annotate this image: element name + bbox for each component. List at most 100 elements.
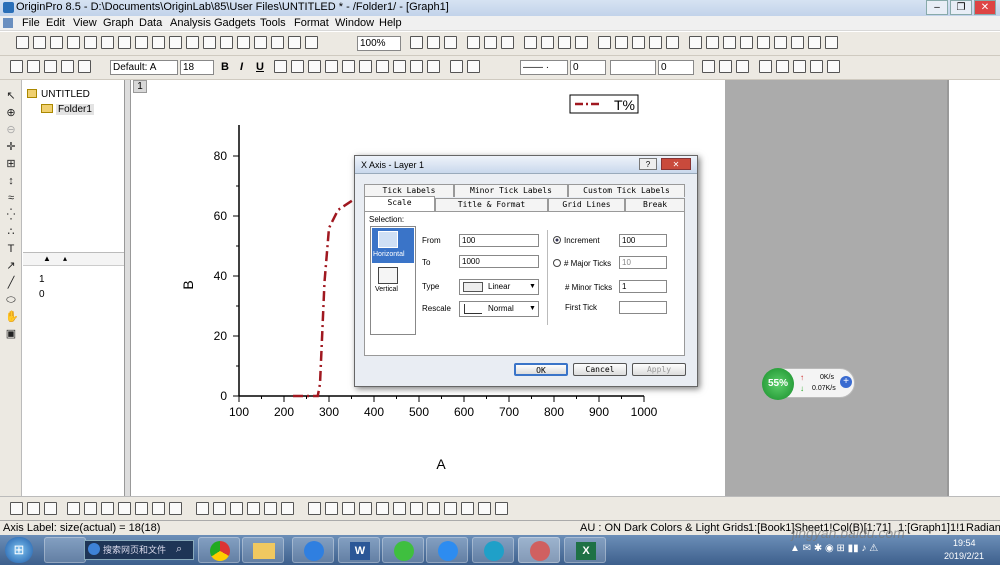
align-left-obj-icon[interactable] <box>308 502 321 515</box>
close-button[interactable]: ✕ <box>974 0 996 15</box>
pen-icon[interactable] <box>10 60 23 73</box>
panel-icon[interactable] <box>825 36 838 49</box>
bold-button[interactable]: B <box>221 60 229 75</box>
save-icon[interactable] <box>203 36 216 49</box>
color-icon[interactable] <box>44 60 57 73</box>
taskbar-word[interactable]: W <box>338 537 380 563</box>
align-center-icon[interactable] <box>393 60 406 73</box>
dialog-close-button[interactable]: ✕ <box>661 158 691 170</box>
text-tool-icon[interactable]: T <box>5 243 17 255</box>
box-chart-icon[interactable] <box>152 502 165 515</box>
tab-title-format[interactable]: Title & Format <box>435 198 548 211</box>
wire-icon[interactable] <box>264 502 277 515</box>
selection-vertical[interactable]: Vertical <box>372 264 414 297</box>
major-ticks-input[interactable]: 10 <box>619 256 667 269</box>
batch-icon[interactable] <box>305 36 318 49</box>
tab-minor-tick-labels[interactable]: Minor Tick Labels <box>454 184 568 197</box>
regional-mask-icon[interactable]: ∴ <box>5 226 17 238</box>
align-vert-icon[interactable] <box>376 502 389 515</box>
tab-custom-tick-labels[interactable]: Custom Tick Labels <box>568 184 685 197</box>
table-frame-icon[interactable] <box>736 60 749 73</box>
increase-font-icon[interactable] <box>342 60 355 73</box>
pattern-icon[interactable] <box>702 60 715 73</box>
taskbar-baidu-pan[interactable] <box>426 537 468 563</box>
line-style-select[interactable]: —— · <box>520 60 568 75</box>
extra-icon[interactable] <box>827 60 840 73</box>
apply-button[interactable]: Apply <box>632 363 686 376</box>
import-multiple-icon[interactable] <box>254 36 267 49</box>
menu-edit[interactable]: Edit <box>46 17 65 29</box>
new-project-icon[interactable] <box>16 36 29 49</box>
import-wizard-icon[interactable] <box>271 36 284 49</box>
taskbar-sogou[interactable] <box>292 537 334 563</box>
first-tick-input[interactable] <box>619 301 667 314</box>
fill-select[interactable]: 0 <box>658 60 694 75</box>
list-item[interactable]: 0 <box>39 289 45 300</box>
selection-horizontal[interactable]: Horizontal <box>372 228 414 263</box>
area-plot-icon[interactable] <box>118 502 131 515</box>
fill-color-icon[interactable] <box>450 60 463 73</box>
polar-icon[interactable] <box>135 502 148 515</box>
print-icon[interactable] <box>410 36 423 49</box>
data-reader-icon[interactable]: ⊞ <box>5 158 17 170</box>
menu-tools[interactable]: Tools <box>260 17 286 29</box>
from-input[interactable]: 100 <box>459 234 539 247</box>
region-icon[interactable]: ▣ <box>5 328 17 340</box>
align-horiz-icon[interactable] <box>393 502 406 515</box>
taskbar-excel[interactable]: X <box>564 537 606 563</box>
decrease-font-icon[interactable] <box>359 60 372 73</box>
minimize-button[interactable]: – <box>926 0 948 15</box>
copy-page-icon[interactable] <box>427 36 440 49</box>
column-plot-icon[interactable] <box>67 502 80 515</box>
to-input[interactable]: 1000 <box>459 255 539 268</box>
merge-icon[interactable] <box>759 60 772 73</box>
add-app-icon[interactable] <box>575 36 588 49</box>
folder-item[interactable]: Folder1 <box>56 104 94 115</box>
hand-icon[interactable]: ✋ <box>5 311 19 323</box>
start-button[interactable]: ⊞ <box>5 537 33 563</box>
data-reader-icon[interactable] <box>649 36 662 49</box>
align-top-obj-icon[interactable] <box>342 502 355 515</box>
border-icon[interactable] <box>719 60 732 73</box>
line-plot-icon[interactable] <box>10 502 23 515</box>
taskbar-app-green[interactable] <box>382 537 424 563</box>
menu-graph[interactable]: Graph <box>103 17 134 29</box>
search-icon[interactable]: ⌕ <box>176 543 182 556</box>
import-icon[interactable] <box>237 36 250 49</box>
pie-chart-icon[interactable] <box>84 502 97 515</box>
new-workbook-icon[interactable] <box>33 36 46 49</box>
axis-icon[interactable] <box>689 36 702 49</box>
new-notes-icon[interactable] <box>135 36 148 49</box>
increment-radio[interactable] <box>553 236 561 244</box>
underline-button[interactable]: U <box>256 60 264 75</box>
open-excel-icon[interactable] <box>186 36 199 49</box>
recalculate-icon[interactable] <box>288 36 301 49</box>
new-function-icon[interactable] <box>101 36 114 49</box>
align-icon[interactable] <box>774 36 787 49</box>
zoom-in-icon[interactable]: ⊕ <box>5 107 17 119</box>
align-bottom-obj-icon[interactable] <box>359 502 372 515</box>
taskbar-app-360[interactable] <box>44 537 86 563</box>
duplicate-icon[interactable] <box>484 36 497 49</box>
rescale-icon[interactable] <box>615 36 628 49</box>
tab-scale[interactable]: Scale <box>364 196 435 211</box>
arrow-tool-icon[interactable]: ↗ <box>5 260 17 272</box>
line-tool-icon[interactable]: ╱ <box>5 277 17 289</box>
command-window-icon[interactable] <box>541 36 554 49</box>
menu-analysis[interactable]: Analysis <box>170 17 211 29</box>
3d-plot-icon[interactable] <box>196 502 209 515</box>
increment-input[interactable]: 100 <box>619 234 667 247</box>
menu-format[interactable]: Format <box>294 17 329 29</box>
taskbar-app-e[interactable] <box>472 537 514 563</box>
subscript-icon[interactable] <box>291 60 304 73</box>
minor-ticks-input[interactable]: 1 <box>619 280 667 293</box>
font-color-icon[interactable] <box>427 60 440 73</box>
layer-icon[interactable] <box>666 36 679 49</box>
mask-points-icon[interactable]: ⁛ <box>5 209 17 221</box>
add-text-icon[interactable] <box>632 36 645 49</box>
sort-up-icon[interactable]: ▲ <box>43 254 51 263</box>
menu-view[interactable]: View <box>73 17 97 29</box>
list-item[interactable]: 1 <box>39 274 45 285</box>
error-bar-icon[interactable] <box>101 502 114 515</box>
image-plot-icon[interactable] <box>247 502 260 515</box>
